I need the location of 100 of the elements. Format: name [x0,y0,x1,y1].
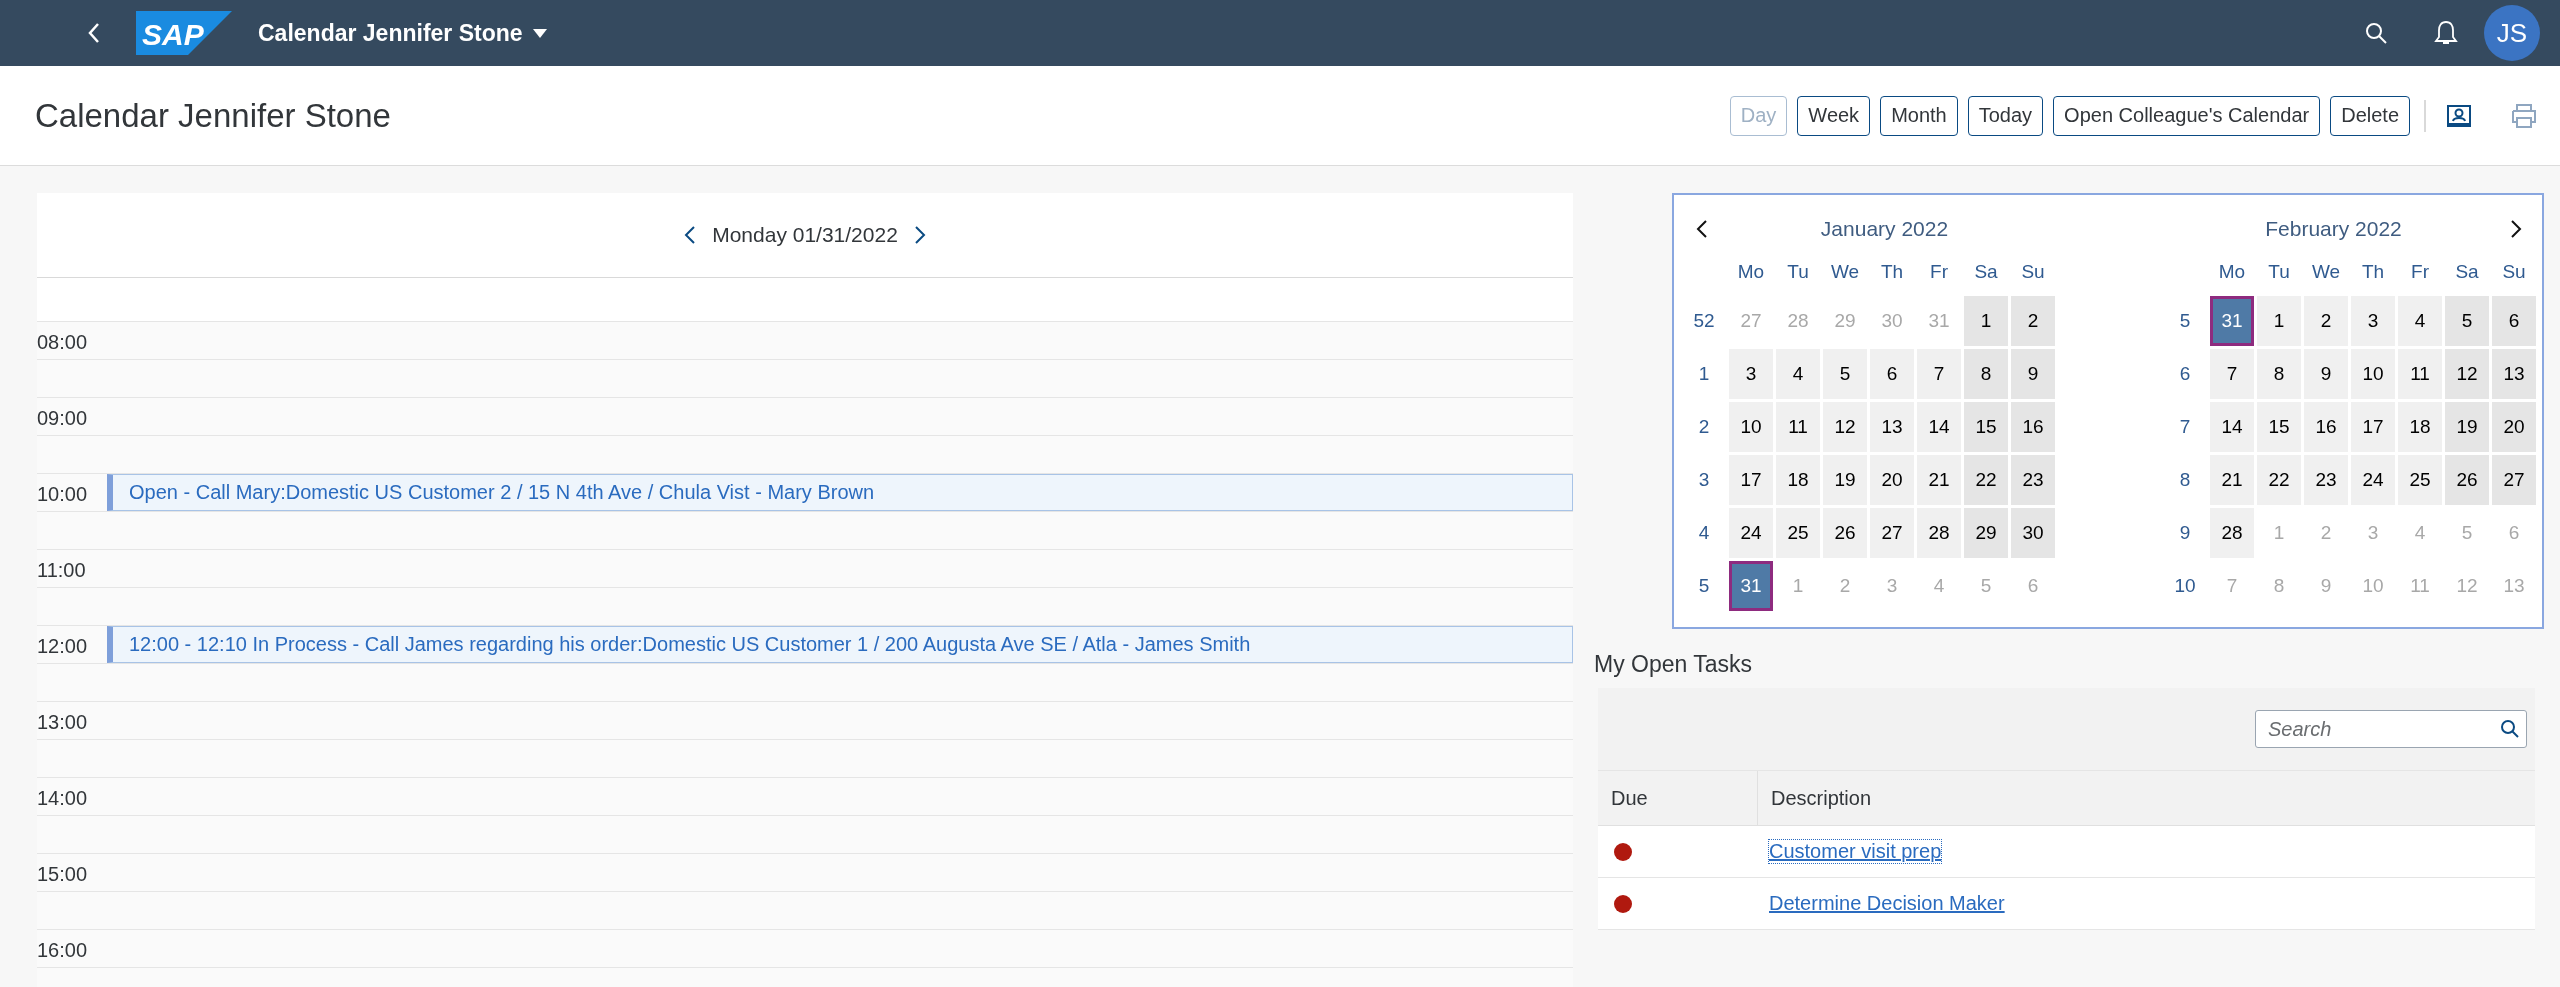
back-icon [86,21,102,45]
calendar-day[interactable]: 3 [1729,349,1773,399]
calendar-day[interactable]: 11 [2398,349,2442,399]
calendar-day[interactable]: 8 [1964,349,2008,399]
calendar-day[interactable]: 25 [2398,455,2442,505]
calendar-day[interactable]: 20 [2492,402,2536,452]
calendar-day[interactable]: 29 [1964,508,2008,558]
calendar-day[interactable]: 31 [1729,561,1773,611]
calendar-day[interactable]: 26 [2445,455,2489,505]
toolbar-button[interactable]: Month [1880,95,1958,136]
page-title: Calendar Jennifer Stone [35,96,392,135]
week-number: 5 [2179,310,2191,332]
user-avatar[interactable]: JS [2484,5,2540,61]
month-title[interactable]: January 2022 [1714,217,2055,241]
weekday-label: Mo [2218,260,2246,284]
search-input[interactable]: Search [2266,716,2500,742]
calendar-day[interactable]: 4 [2398,296,2442,346]
calendar-day[interactable]: 5 [1823,349,1867,399]
calendar-day[interactable]: 25 [1776,508,1820,558]
calendar-day[interactable]: 1 [2257,296,2301,346]
week-number: 52 [1693,310,1715,332]
calendar-day[interactable]: 4 [1776,349,1820,399]
calendar-day[interactable]: 23 [2011,455,2055,505]
hour-label: 10:00 [37,482,89,507]
toolbar-button[interactable]: Delete [2330,95,2410,136]
calendar-day[interactable]: 21 [2210,455,2254,505]
calendar-day[interactable]: 7 [2210,349,2254,399]
calendar-day[interactable]: 23 [2304,455,2348,505]
calendar-day[interactable]: 22 [2257,455,2301,505]
calendar-day[interactable]: 13 [2492,349,2536,399]
calendar-day[interactable]: 13 [1870,402,1914,452]
calendar-day[interactable]: 27 [1870,508,1914,558]
tasks-title: My Open Tasks [1594,651,1754,678]
search-icon [2500,719,2520,739]
calendar-day[interactable]: 18 [2398,402,2442,452]
bell-icon [2434,20,2458,46]
calendar-day[interactable]: 17 [1729,455,1773,505]
calendar-day[interactable]: 24 [1729,508,1773,558]
calendar-day[interactable]: 8 [2257,349,2301,399]
calendar-day[interactable]: 24 [2351,455,2395,505]
calendar-day[interactable]: 20 [1870,455,1914,505]
calendar-day[interactable]: 14 [2210,402,2254,452]
app-title-menu[interactable]: Calendar Jennifer Stone [254,15,551,51]
chevron-left-icon [1696,219,1708,239]
toolbar-button[interactable]: Today [1967,95,2044,136]
calendar-day[interactable]: 28 [2210,508,2254,558]
calendar-day[interactable]: 11 [1776,402,1820,452]
calendar-day[interactable]: 30 [2011,508,2055,558]
calendar-day[interactable]: 10 [1729,402,1773,452]
calendar-day[interactable]: 9 [2011,349,2055,399]
task-link[interactable]: Customer visit prep [1769,840,1942,863]
weekday-label: Sa [2455,260,2479,284]
calendar-day[interactable]: 14 [1917,402,1961,452]
calendar-day[interactable]: 31 [2210,296,2254,346]
week-number: 9 [2179,522,2191,544]
weekday-label: Th [1880,260,1904,284]
weekday-label: Mo [1737,260,1765,284]
calendar-day[interactable]: 19 [2445,402,2489,452]
calendar-day[interactable]: 12 [1823,402,1867,452]
week-number: 2 [1698,416,1710,438]
calendar-day[interactable]: 16 [2011,402,2055,452]
calendar-day[interactable]: 28 [1917,508,1961,558]
task-link[interactable]: Determine Decision Maker [1769,892,2005,915]
calendar-day[interactable]: 22 [1964,455,2008,505]
week-number: 6 [2179,363,2191,385]
weekday-label: We [2311,260,2341,284]
calendar-day[interactable]: 15 [1964,402,2008,452]
caret-icon [532,28,547,38]
calendar-day[interactable]: 6 [2492,296,2536,346]
calendar-day[interactable]: 12 [2445,349,2489,399]
appointment[interactable]: Open - Call Mary:Domestic US Customer 2 / 15 N 4th Ave / Chula Vist - Mary Brown [107,474,1573,511]
appointment[interactable]: 12:00 - 12:10 In Process - Call James regarding his order:Domestic US Customer 1 / 200 Augusta Ave SE / Atla - James Smith [107,626,1573,663]
calendar-day[interactable]: 19 [1823,455,1867,505]
calendar-day[interactable]: 18 [1776,455,1820,505]
weekday-label: Fr [2411,260,2429,284]
week-number: 7 [2179,416,2191,438]
search-field[interactable]: Search [2255,710,2527,748]
calendar-day[interactable]: 16 [2304,402,2348,452]
week-number: 3 [1698,469,1710,491]
chevron-left-icon [684,225,697,245]
calendar-day[interactable]: 21 [1917,455,1961,505]
month-title[interactable]: February 2022 [2163,217,2504,241]
calendar-day[interactable]: 5 [2445,296,2489,346]
calendar-day[interactable]: 2 [2011,296,2055,346]
toolbar-button[interactable]: Week [1797,95,1871,136]
calendar-day[interactable]: 10 [2351,349,2395,399]
calendar-day[interactable]: 9 [2304,349,2348,399]
weekday-label: Th [2361,260,2385,284]
week-number: 5 [1698,575,1710,597]
hour-label: 12:00 [37,634,89,659]
calendar-day[interactable]: 26 [1823,508,1867,558]
calendar-day[interactable]: 7 [1917,349,1961,399]
calendar-day[interactable]: 2 [2304,296,2348,346]
calendar-day[interactable]: 27 [2492,455,2536,505]
calendar-day[interactable]: 15 [2257,402,2301,452]
calendar-day[interactable]: 17 [2351,402,2395,452]
calendar-day[interactable]: 1 [1964,296,2008,346]
calendar-day[interactable]: 6 [1870,349,1914,399]
calendar-day[interactable]: 3 [2351,296,2395,346]
toolbar-button[interactable]: Open Colleague's Calendar [2053,95,2321,136]
